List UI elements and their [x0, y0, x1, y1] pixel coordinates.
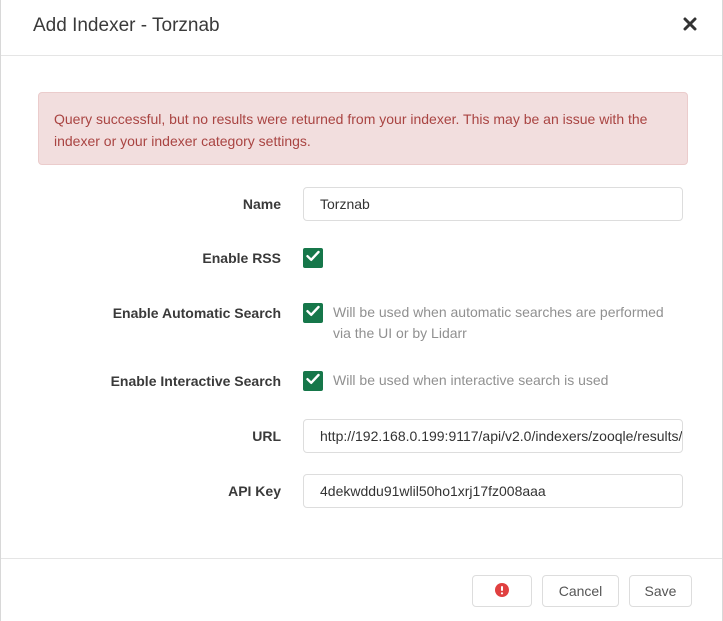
check-icon: [306, 249, 320, 267]
modal-header: Add Indexer - Torznab: [1, 0, 722, 56]
api-key-label: API Key: [228, 483, 281, 499]
exclamation-circle-icon: [495, 582, 509, 600]
enable-automatic-search-checkbox[interactable]: [303, 303, 323, 323]
api-key-input[interactable]: 4dekwddu91wlil50ho1xrj17fz008aaa: [303, 474, 683, 508]
modal-footer: Cancel Save: [1, 558, 722, 621]
enable-automatic-search-help: Will be used when automatic searches are…: [333, 304, 664, 341]
name-input[interactable]: Torznab: [303, 187, 683, 221]
enable-interactive-search-checkbox[interactable]: [303, 371, 323, 391]
enable-interactive-search-label: Enable Interactive Search: [110, 373, 281, 389]
check-icon: [306, 372, 320, 390]
enable-rss-label: Enable RSS: [202, 250, 281, 266]
url-label: URL: [252, 428, 281, 444]
enable-interactive-search-help: Will be used when interactive search is …: [333, 372, 609, 388]
close-button[interactable]: [678, 12, 702, 40]
enable-rss-checkbox[interactable]: [303, 248, 323, 268]
warning-alert: Query successful, but no results were re…: [38, 92, 688, 165]
add-indexer-modal: Add Indexer - Torznab Query successful, …: [0, 0, 723, 621]
test-button[interactable]: [472, 575, 532, 607]
check-icon: [306, 304, 320, 322]
name-label: Name: [242, 196, 281, 212]
modal-title: Add Indexer - Torznab: [33, 15, 220, 36]
enable-automatic-search-label: Enable Automatic Search: [112, 305, 281, 321]
cancel-button[interactable]: Cancel: [542, 575, 619, 607]
url-input[interactable]: http://192.168.0.199:9117/api/v2.0/index…: [303, 419, 683, 453]
close-icon: [683, 17, 697, 36]
save-button[interactable]: Save: [629, 575, 692, 607]
